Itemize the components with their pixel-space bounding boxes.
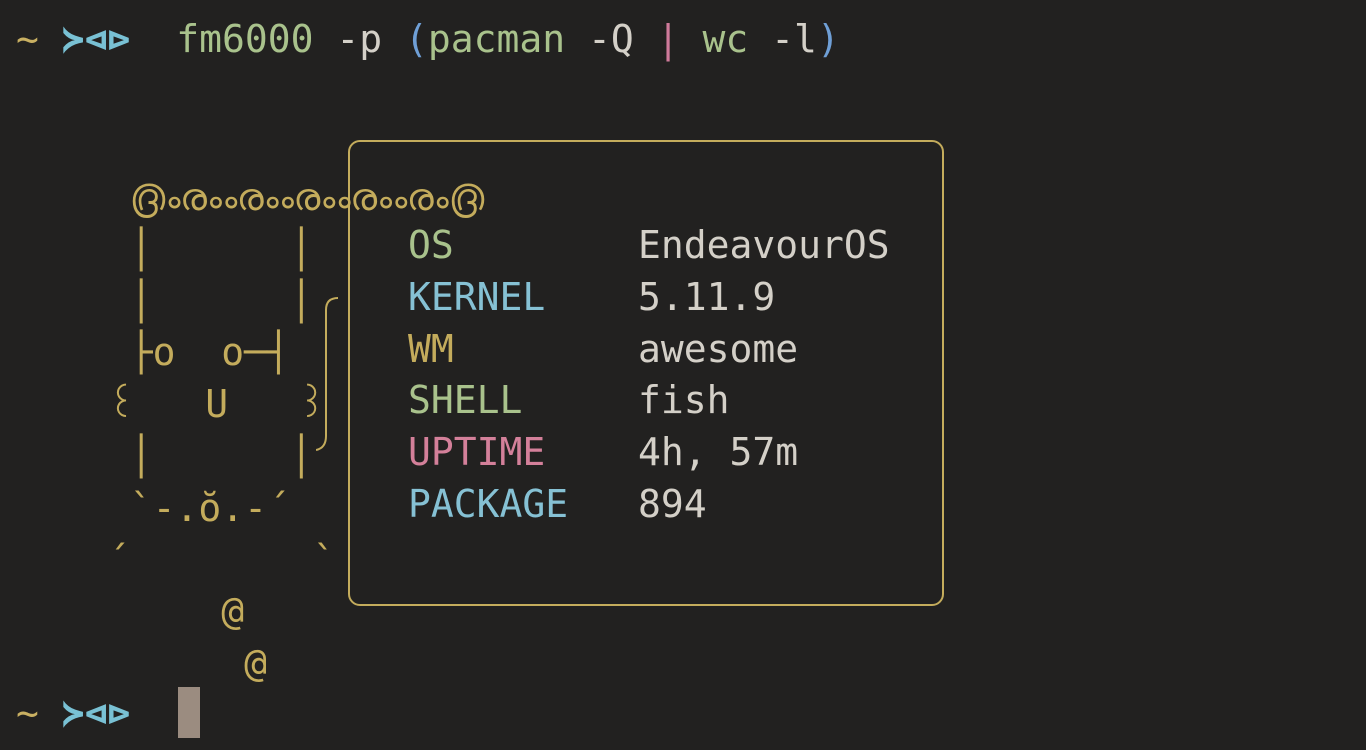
info-key: WM bbox=[408, 326, 454, 371]
info-key: UPTIME bbox=[408, 430, 546, 475]
info-value: awesome bbox=[638, 326, 799, 371]
info-value: EndeavourOS bbox=[638, 223, 890, 267]
subcommand-pacman-flag: -Q bbox=[565, 17, 657, 61]
subcommand-wc: wc bbox=[679, 17, 749, 61]
prompt-tilde: ~ bbox=[16, 691, 39, 735]
fish-prompt-icon: ≻⊲⊳ bbox=[61, 17, 131, 61]
info-row-wm: WM awesome bbox=[408, 324, 798, 376]
pipe-symbol: | bbox=[656, 17, 680, 61]
info-list: OS EndeavourOS KERNEL 5.11.9 WM awesome … bbox=[408, 220, 890, 531]
info-key: KERNEL bbox=[408, 274, 546, 319]
info-value: 894 bbox=[638, 481, 707, 526]
subcommand-wc-flag: -l bbox=[748, 17, 817, 61]
info-value: 4h, 57m bbox=[638, 430, 799, 475]
info-row-package: PACKAGE 894 bbox=[408, 479, 707, 531]
close-paren: ) bbox=[816, 17, 840, 61]
command-flag: -p bbox=[313, 17, 405, 61]
info-row-kernel: KERNEL 5.11.9 bbox=[408, 272, 775, 324]
info-row-os: OS EndeavourOS bbox=[408, 220, 890, 272]
info-key: SHELL bbox=[408, 378, 523, 423]
info-value: fish bbox=[638, 378, 730, 423]
info-row-shell: SHELL fish bbox=[408, 375, 730, 427]
prompt-line[interactable]: ~ ≻⊲⊳ bbox=[16, 694, 130, 732]
open-paren: ( bbox=[404, 17, 428, 61]
subcommand-pacman: pacman bbox=[427, 17, 566, 61]
info-key: OS bbox=[408, 223, 454, 267]
command-program: fm6000 bbox=[176, 17, 314, 61]
prompt-tilde: ~ bbox=[16, 17, 39, 61]
command-line: ~ ≻⊲⊳ fm6000 -p (pacman -Q | wc -l) bbox=[16, 20, 840, 58]
info-value: 5.11.9 bbox=[638, 274, 776, 319]
speech-bracket bbox=[316, 296, 339, 451]
info-row-uptime: UPTIME 4h, 57m bbox=[408, 427, 798, 479]
text-cursor[interactable] bbox=[178, 687, 200, 738]
fish-prompt-icon: ≻⊲⊳ bbox=[61, 691, 131, 735]
info-key: PACKAGE bbox=[408, 481, 569, 526]
